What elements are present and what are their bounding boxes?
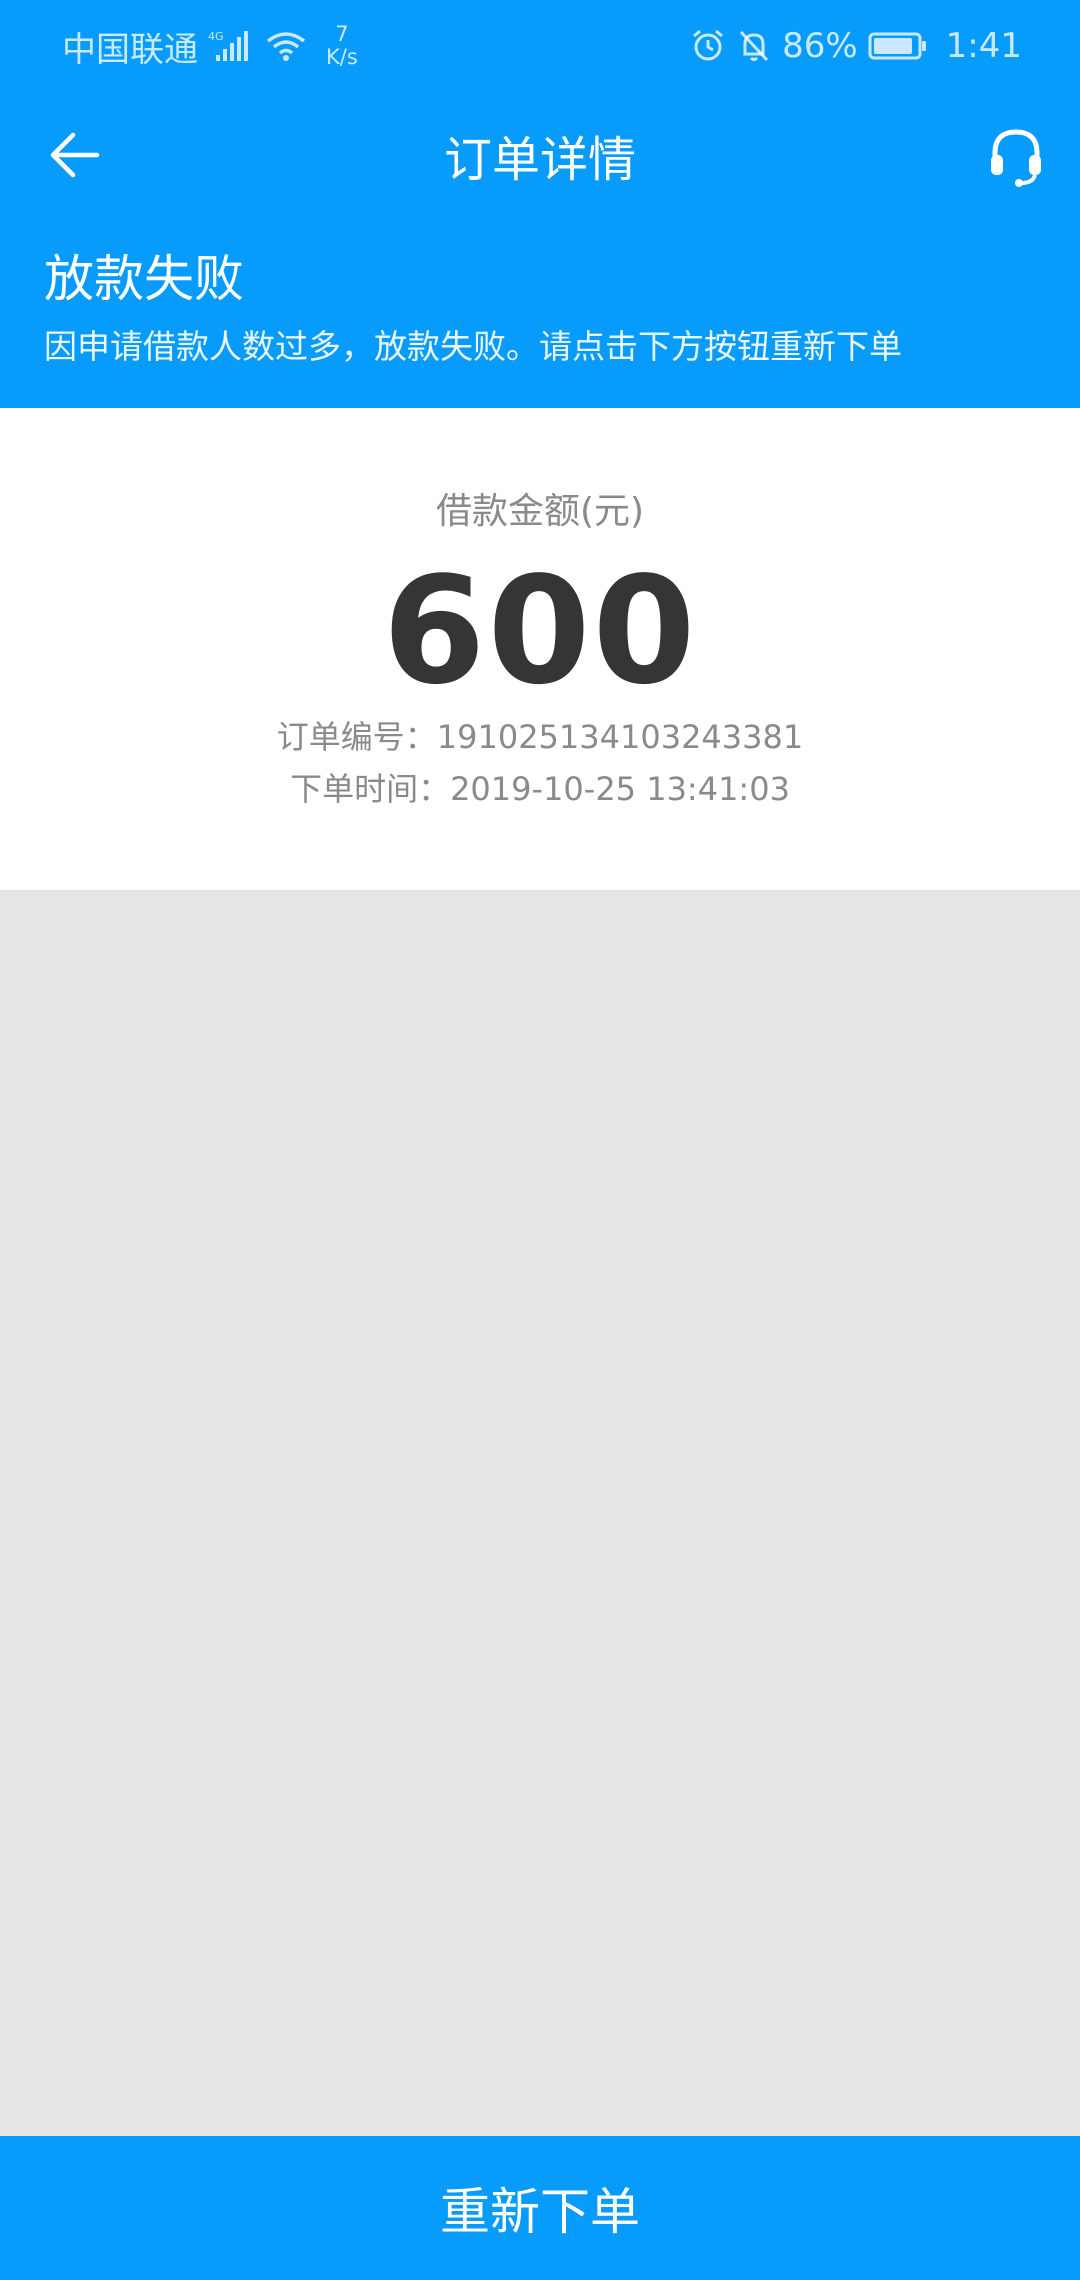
alarm-icon — [690, 28, 726, 64]
order-time: 下单时间：2019-10-25 13:41:03 — [290, 770, 790, 808]
net-speed-value: 7 — [335, 22, 349, 46]
back-button[interactable] — [40, 120, 110, 190]
loan-amount: 600 — [382, 545, 698, 717]
status-bar-left: 中国联通 4G 7 K/s — [62, 22, 358, 71]
status-bar: 中国联通 4G 7 K/s 86% 1:41 — [0, 0, 1080, 92]
clock: 1:41 — [945, 26, 1022, 66]
banner-title: 放款失败 — [44, 250, 244, 308]
page-title: 订单详情 — [443, 132, 636, 188]
back-arrow-icon — [50, 132, 100, 178]
status-bar-right: 86% 1:41 — [690, 26, 1022, 66]
order-summary-card: 借款金额(元) 600 订单编号：191025134103243381 下单时间… — [0, 408, 1080, 890]
carrier-name: 中国联通 — [62, 29, 198, 70]
nav-bar: 订单详情 — [0, 92, 1080, 218]
banner-message: 因申请借款人数过多，放款失败。请点击下方按钮重新下单 — [44, 327, 902, 366]
customer-service-button[interactable] — [978, 118, 1054, 194]
screen: 中国联通 4G 7 K/s 86% 1:41 订单详情 放款失败 因申请借款人数… — [0, 0, 1080, 2280]
headset-icon — [991, 129, 1041, 187]
order-number: 订单编号：191025134103243381 — [276, 718, 804, 756]
wifi-icon — [264, 29, 308, 63]
battery-icon — [868, 31, 928, 61]
net-speed-unit: K/s — [326, 45, 358, 69]
amount-label: 借款金额(元) — [435, 491, 645, 532]
net-speed: 7 K/s — [326, 23, 358, 69]
signal-icon: 4G — [208, 29, 254, 63]
mute-bell-icon — [736, 28, 772, 64]
network-type-label: 4G — [208, 30, 224, 43]
battery-percent: 86% — [782, 26, 858, 66]
loan-failed-banner: 放款失败 因申请借款人数过多，放款失败。请点击下方按钮重新下单 — [0, 218, 1080, 408]
reorder-button[interactable]: 重新下单 — [0, 2136, 1080, 2280]
